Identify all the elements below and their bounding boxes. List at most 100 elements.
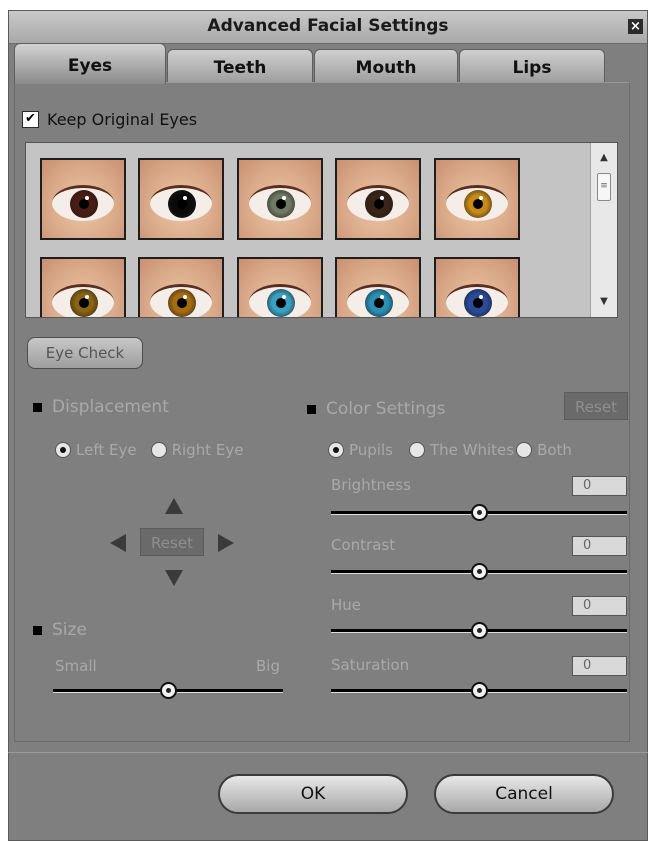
- color-reset-button[interactable]: Reset: [564, 392, 628, 420]
- eye-thumbnail[interactable]: [237, 158, 323, 240]
- tab-teeth[interactable]: Teeth: [167, 49, 313, 83]
- whites-label[interactable]: The Whites: [430, 441, 514, 459]
- eye-thumbnail[interactable]: [237, 257, 323, 317]
- slider-knob[interactable]: [471, 563, 488, 580]
- slider-knob[interactable]: [471, 622, 488, 639]
- iris: [168, 190, 196, 218]
- saturation-slider[interactable]: [331, 680, 627, 700]
- displacement-reset-button[interactable]: Reset: [140, 528, 204, 556]
- contrast-value[interactable]: 0: [572, 536, 627, 556]
- left-eye-label[interactable]: Left Eye: [76, 441, 137, 459]
- glint: [85, 295, 89, 299]
- slider-knob[interactable]: [471, 504, 488, 521]
- pupil: [276, 298, 286, 308]
- eye-thumbnail[interactable]: [335, 158, 421, 240]
- eye-thumbnail[interactable]: [40, 257, 126, 317]
- glint: [380, 295, 384, 299]
- displacement-section-header: Displacement: [33, 397, 169, 417]
- pupils-radio[interactable]: [328, 442, 344, 458]
- color-settings-title: Color Settings: [326, 399, 446, 419]
- move-up-icon[interactable]: [165, 498, 183, 514]
- pupil: [177, 199, 187, 209]
- scroll-down-icon[interactable]: ▼: [591, 293, 617, 311]
- glint: [183, 196, 187, 200]
- eye-image: [347, 185, 409, 221]
- pupil: [473, 199, 483, 209]
- scroll-up-icon[interactable]: ▲: [591, 149, 617, 167]
- move-right-icon[interactable]: [218, 534, 234, 552]
- iris: [267, 190, 295, 218]
- bottom-divider: [8, 752, 648, 753]
- size-min-label: Small: [55, 657, 97, 675]
- pupil: [374, 199, 384, 209]
- size-slider[interactable]: [53, 680, 283, 700]
- tab-mouth[interactable]: Mouth: [314, 49, 458, 83]
- right-eye-radio[interactable]: [150, 442, 167, 458]
- both-label[interactable]: Both: [537, 441, 572, 459]
- tab-eyes[interactable]: Eyes: [14, 43, 166, 84]
- eye-image: [52, 284, 114, 317]
- ok-button[interactable]: OK: [218, 774, 408, 814]
- pupil: [177, 298, 187, 308]
- gallery-scrollbar[interactable]: ▲ ≡ ▼: [590, 143, 617, 317]
- hue-value[interactable]: 0: [572, 596, 627, 616]
- left-eye-radio[interactable]: [55, 442, 71, 458]
- tab-lips[interactable]: Lips: [459, 49, 605, 83]
- eye-gallery: ▲ ≡ ▼: [25, 142, 618, 318]
- move-down-icon[interactable]: [165, 570, 183, 586]
- hue-label: Hue: [331, 596, 362, 614]
- eye-thumbnail[interactable]: [434, 158, 520, 240]
- eye-check-button[interactable]: Eye Check: [27, 337, 143, 369]
- bullet-icon: [33, 402, 42, 412]
- right-eye-label[interactable]: Right Eye: [172, 441, 244, 459]
- iris: [70, 289, 98, 317]
- eye-image: [446, 185, 508, 221]
- eye-thumbnail[interactable]: [40, 158, 126, 240]
- saturation-label: Saturation: [331, 656, 410, 674]
- brightness-slider[interactable]: [331, 502, 627, 522]
- displacement-eye-selector: Left Eye Right Eye: [55, 441, 243, 459]
- title-bar: Advanced Facial Settings ×: [9, 11, 647, 44]
- color-target-selector: Pupils The Whites Both: [328, 441, 572, 459]
- iris: [365, 190, 393, 218]
- pupil: [473, 298, 483, 308]
- whites-radio[interactable]: [408, 442, 425, 458]
- saturation-value[interactable]: 0: [572, 656, 627, 676]
- eye-thumbnail-grid: [26, 143, 591, 317]
- pupils-label[interactable]: Pupils: [349, 441, 393, 459]
- iris: [70, 190, 98, 218]
- slider-knob[interactable]: [160, 682, 177, 699]
- pupil: [374, 298, 384, 308]
- hue-slider[interactable]: [331, 620, 627, 640]
- eye-thumbnail[interactable]: [138, 158, 224, 240]
- glint: [479, 196, 483, 200]
- keep-original-eyes-checkbox[interactable]: ✔: [22, 110, 39, 128]
- contrast-slider[interactable]: [331, 561, 627, 581]
- color-settings-section-header: Color Settings: [307, 399, 446, 419]
- eye-thumbnail[interactable]: [335, 257, 421, 317]
- eye-image: [150, 185, 212, 221]
- iris: [168, 289, 196, 317]
- brightness-value[interactable]: 0: [572, 476, 627, 496]
- brightness-label: Brightness: [331, 476, 411, 494]
- close-icon[interactable]: ×: [628, 19, 643, 34]
- iris: [464, 289, 492, 317]
- cancel-button[interactable]: Cancel: [434, 774, 614, 814]
- eye-thumbnail[interactable]: [138, 257, 224, 317]
- displacement-arrow-pad: Reset: [110, 498, 236, 588]
- glint: [183, 295, 187, 299]
- eye-image: [446, 284, 508, 317]
- glint: [380, 196, 384, 200]
- move-left-icon[interactable]: [110, 534, 126, 552]
- eye-image: [150, 284, 212, 317]
- scroll-thumb[interactable]: ≡: [597, 173, 611, 201]
- eye-image: [347, 284, 409, 317]
- slider-knob[interactable]: [471, 682, 488, 699]
- tab-bar: Eyes Teeth Mouth Lips: [14, 43, 630, 84]
- both-radio[interactable]: [516, 442, 533, 458]
- glint: [479, 295, 483, 299]
- eye-thumbnail[interactable]: [434, 257, 520, 317]
- iris: [365, 289, 393, 317]
- keep-original-eyes-row[interactable]: ✔ Keep Original Eyes: [22, 108, 197, 130]
- iris: [267, 289, 295, 317]
